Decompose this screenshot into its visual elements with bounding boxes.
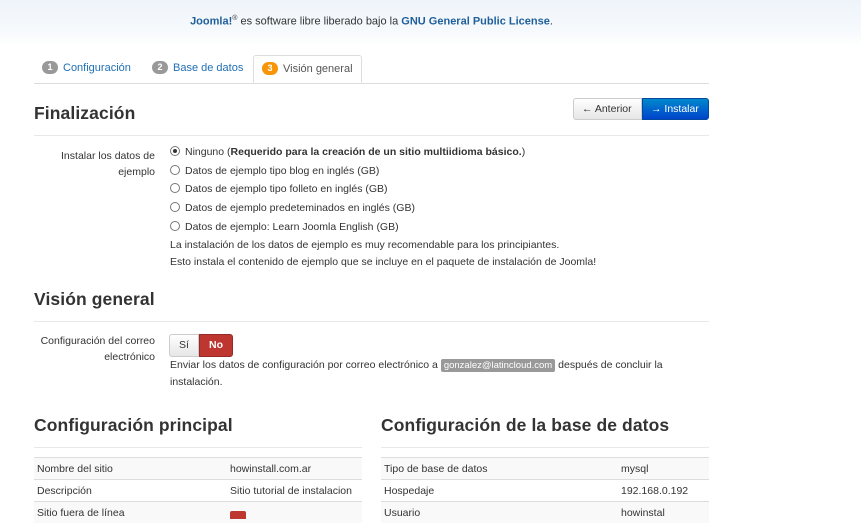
table-row: Usuario howinstal [381, 502, 709, 523]
offline-status-badge [230, 511, 246, 519]
sample-help-line2: Esto instala el contenido de ejemplo que… [170, 254, 596, 271]
sample-option-blog[interactable]: Datos de ejemplo tipo blog en inglés (GB… [170, 163, 379, 179]
tab-vision-general[interactable]: 3 Visión general [253, 55, 362, 83]
tab-label: Configuración [63, 62, 131, 74]
divider [34, 135, 709, 136]
table-row: Sitio fuera de línea [34, 502, 362, 523]
divider [34, 321, 709, 322]
email-config-label: Configuración del correo electrónico [30, 333, 155, 365]
sample-help-line1: La instalación de los datos de ejemplo e… [170, 237, 559, 254]
radio-button[interactable] [170, 146, 180, 156]
option-label: Ninguno ( [185, 146, 231, 158]
prev-button-label: Anterior [595, 103, 632, 115]
table-row: Nombre del sitio howinstall.com.ar [34, 458, 362, 480]
radio-button[interactable] [170, 183, 180, 193]
sample-option-default[interactable]: Datos de ejemplo predeteminados en inglé… [170, 200, 415, 216]
config-value: Sitio tutorial de instalacion [227, 480, 362, 502]
config-key: Hospedaje [381, 480, 618, 502]
divider [381, 447, 709, 448]
option-label: Datos de ejemplo tipo folleto en inglés … [185, 183, 388, 195]
tab-number-badge: 1 [42, 61, 58, 74]
option-label: Datos de ejemplo tipo blog en inglés (GB… [185, 165, 379, 177]
tab-configuracion[interactable]: 1 Configuración [34, 55, 139, 82]
table-row: Descripción Sitio tutorial de instalacio… [34, 480, 362, 502]
install-button[interactable]: → Instalar [642, 98, 709, 120]
radio-button[interactable] [170, 165, 180, 175]
option-label: Datos de ejemplo predeteminados en inglé… [185, 202, 415, 214]
option-label: Datos de ejemplo: Learn Joomla English (… [185, 221, 399, 233]
sample-option-none[interactable]: Ninguno (Requerido para la creación de u… [170, 144, 525, 160]
tab-base-de-datos[interactable]: 2 Base de datos [144, 55, 251, 82]
tab-label: Visión general [283, 63, 353, 75]
installer-tabs: 1 Configuración 2 Base de datos 3 Visión ge… [34, 55, 709, 84]
license-notice: Joomla!® es software libre liberado bajo… [0, 15, 743, 28]
divider [34, 447, 362, 448]
email-address-badge: gonzalez@latincloud.com [441, 359, 555, 372]
radio-button[interactable] [170, 202, 180, 212]
config-value: mysql [618, 458, 709, 480]
gpl-link[interactable]: GNU General Public License [401, 16, 550, 28]
config-key: Sitio fuera de línea [34, 502, 227, 523]
license-period: . [550, 16, 553, 28]
email-no-button[interactable]: No [199, 334, 233, 357]
option-note: Requerido para la creación de un sitio m… [231, 146, 522, 158]
config-key: Descripción [34, 480, 227, 502]
config-key: Tipo de base de datos [381, 458, 618, 480]
finalizacion-heading: Finalización [34, 103, 135, 124]
install-button-label: Instalar [664, 103, 698, 115]
config-key: Nombre del sitio [34, 458, 227, 480]
joomla-link[interactable]: Joomla! [190, 16, 232, 28]
main-config-table: Nombre del sitio howinstall.com.ar Descr… [34, 457, 362, 523]
config-key: Usuario [381, 502, 618, 523]
db-config-heading: Configuración de la base de datos [381, 415, 669, 436]
radio-button[interactable] [170, 221, 180, 231]
arrow-left-icon: ← [582, 103, 593, 115]
main-config-heading: Configuración principal [34, 415, 233, 436]
tab-number-badge: 2 [152, 61, 168, 74]
sample-option-learn[interactable]: Datos de ejemplo: Learn Joomla English (… [170, 219, 399, 235]
sample-data-label: Instalar los datos de ejemplo [30, 148, 155, 180]
email-help: Enviar los datos de configuración por co… [170, 357, 690, 391]
email-help-text: Enviar los datos de configuración por co… [170, 359, 441, 371]
config-value: howinstall.com.ar [227, 458, 362, 480]
prev-button[interactable]: ← Anterior [573, 98, 642, 120]
email-yes-button[interactable]: Sí [169, 334, 199, 357]
sample-option-brochure[interactable]: Datos de ejemplo tipo folleto en inglés … [170, 181, 388, 197]
overview-heading: Visión general [34, 289, 155, 310]
option-close: ) [522, 146, 526, 158]
tab-label: Base de datos [173, 62, 243, 74]
arrow-right-icon: → [651, 103, 662, 115]
table-row: Tipo de base de datos mysql [381, 458, 709, 480]
table-row: Hospedaje 192.168.0.192 [381, 480, 709, 502]
config-value: howinstal [618, 502, 709, 523]
db-config-table: Tipo de base de datos mysql Hospedaje 19… [381, 457, 709, 523]
tab-number-badge: 3 [262, 62, 278, 75]
license-text: es software libre liberado bajo la [237, 16, 401, 28]
config-value: 192.168.0.192 [618, 480, 709, 502]
config-value [227, 502, 362, 523]
